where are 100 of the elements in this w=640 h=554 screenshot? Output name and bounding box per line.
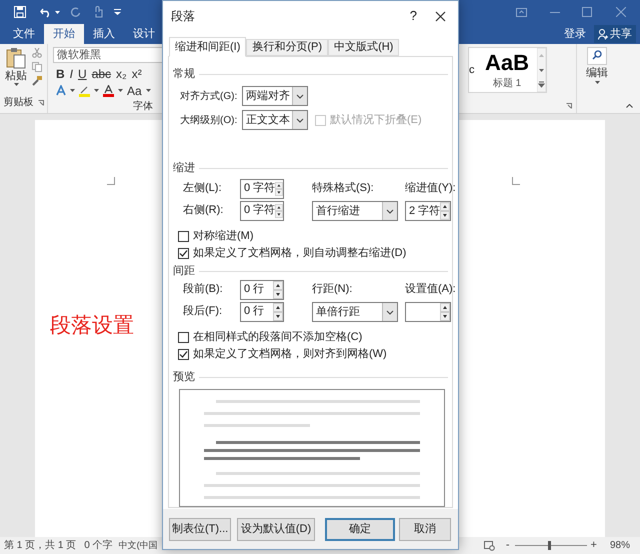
zoom-slider-thumb[interactable] — [548, 541, 552, 550]
dropdown[interactable]: 首行缩进 — [312, 201, 398, 221]
paste-button[interactable]: 粘贴 — [5, 69, 27, 83]
section-heading: 缩进 — [173, 160, 195, 176]
caret-icon[interactable] — [70, 89, 75, 92]
spin-arrows-icon — [273, 280, 283, 298]
chevron-down-icon — [386, 310, 394, 314]
format-button[interactable]: abc — [92, 64, 112, 82]
caret-icon[interactable] — [146, 89, 151, 92]
undo-icon[interactable] — [40, 6, 52, 18]
section-heading: 常规 — [173, 66, 195, 82]
format-button[interactable]: I — [70, 64, 74, 82]
checkbox-label: 如果定义了文档网格，则对齐到网格(W) — [193, 346, 387, 362]
caret-icon[interactable] — [594, 81, 600, 84]
style-sample[interactable]: AaB — [484, 50, 529, 76]
dialog-title: 段落 — [171, 8, 195, 25]
field-label: 对齐方式(G): — [180, 90, 238, 104]
redo-icon[interactable] — [70, 6, 81, 18]
checkbox[interactable] — [178, 231, 189, 242]
check-icon — [179, 350, 188, 359]
help-button[interactable]: ? — [410, 6, 417, 26]
format-button[interactable]: x₂ — [116, 64, 127, 82]
editing-button[interactable]: 编辑 — [586, 65, 608, 81]
font-color-icon[interactable] — [103, 84, 114, 96]
field-label: 设置值(A): — [405, 282, 456, 298]
word-count[interactable]: 0 个字 — [84, 538, 113, 553]
scissors-icon[interactable] — [32, 48, 42, 58]
spin-arrows-icon — [440, 303, 450, 321]
dialog-button[interactable]: 确定 — [325, 518, 395, 540]
share-button[interactable]: 共享 — [594, 25, 636, 43]
section-heading: 预览 — [173, 370, 195, 385]
style-sample[interactable]: c — [469, 62, 477, 78]
dropdown[interactable]: 单倍行距 — [312, 302, 398, 322]
touch-mode-icon[interactable] — [93, 6, 104, 18]
zoom-out-button[interactable]: - — [506, 537, 510, 554]
maximize-icon[interactable] — [582, 7, 592, 17]
dialog-button[interactable]: 设为默认值(D) — [237, 518, 315, 540]
format-button[interactable]: Aa — [127, 82, 142, 100]
field-label: 大纲级别(O): — [180, 114, 238, 128]
dialog-tab[interactable]: 中文版式(H) — [328, 39, 400, 56]
checkbox-label: 默认情况下折叠(E) — [330, 112, 422, 128]
clipboard-icon[interactable] — [6, 47, 26, 69]
text-effects-icon[interactable] — [56, 85, 66, 96]
language-status[interactable]: 中文(中国 — [118, 538, 158, 552]
dropdown[interactable]: 两端对齐 — [242, 86, 308, 106]
zoom-in-button[interactable]: + — [590, 537, 597, 554]
save-icon[interactable] — [14, 6, 26, 18]
collapse-ribbon-icon[interactable] — [626, 104, 633, 108]
dialog-launcher-icon[interactable] — [38, 100, 44, 106]
checkbox[interactable] — [178, 248, 189, 259]
field-label: 特殊格式(S): — [312, 181, 374, 196]
chevron-down-icon — [386, 208, 394, 214]
spin-arrows-icon — [275, 180, 283, 198]
dialog-tab[interactable]: 缩进和间距(I) — [169, 37, 246, 57]
format-button[interactable]: U — [78, 64, 87, 82]
dialog-button[interactable]: 取消 — [399, 518, 451, 540]
format-button[interactable]: x² — [132, 64, 142, 82]
ribbon-tab[interactable]: 插入 — [84, 24, 124, 44]
ribbon-display-icon[interactable] — [516, 8, 527, 16]
read-mode-icon[interactable] — [484, 540, 495, 550]
field-label: 左侧(L): — [183, 181, 222, 196]
person-icon — [598, 28, 608, 40]
close-icon[interactable] — [435, 10, 446, 22]
search-icon[interactable] — [587, 47, 607, 65]
gallery-scroll-icon[interactable] — [537, 48, 546, 92]
spin-field[interactable] — [405, 302, 451, 322]
format-painter-icon[interactable] — [32, 76, 42, 86]
caret-icon[interactable] — [14, 83, 18, 86]
spin-field[interactable]: 0 字符 — [240, 178, 284, 198]
dialog-button[interactable]: 制表位(T)... — [169, 518, 231, 540]
group-label: 剪贴板 — [4, 96, 34, 110]
group-label: 字体 — [133, 100, 154, 114]
dropdown[interactable]: 正文文本 — [242, 110, 308, 130]
page-count[interactable]: 第 1 页，共 1 页 — [4, 538, 76, 553]
caret-icon[interactable] — [55, 10, 60, 14]
format-button[interactable]: B — [56, 64, 65, 82]
customize-icon[interactable] — [114, 9, 121, 15]
dialog-launcher-icon[interactable] — [566, 103, 572, 109]
checkbox-label: 在相同样式的段落间不添加空格(C) — [193, 330, 362, 346]
spin-field[interactable]: 0 行 — [240, 302, 284, 322]
checkbox[interactable] — [178, 332, 189, 343]
chevron-down-icon — [296, 94, 304, 98]
sign-in-link[interactable]: 登录 — [564, 26, 586, 42]
dialog-tab[interactable]: 换行和分页(P) — [246, 39, 328, 56]
caret-icon[interactable] — [94, 89, 99, 92]
checkbox[interactable] — [178, 349, 189, 360]
zoom-level[interactable]: 98% — [610, 538, 630, 553]
highlight-icon[interactable] — [79, 84, 90, 96]
document-text: 段落设置 — [50, 314, 134, 337]
spin-field[interactable]: 0 字符 — [240, 200, 284, 220]
spin-arrows-icon — [275, 202, 283, 220]
spin-field[interactable]: 2 字符 — [405, 201, 451, 221]
caret-icon[interactable] — [118, 89, 123, 92]
spin-field[interactable]: 0 行 — [240, 280, 284, 300]
ribbon-tab[interactable]: 文件 — [4, 24, 44, 44]
field-label: 行距(N): — [312, 282, 352, 298]
checkbox-label: 对称缩进(M) — [193, 228, 254, 244]
ribbon-tab[interactable]: 设计 — [124, 24, 164, 44]
ribbon-tab[interactable]: 开始 — [44, 24, 84, 44]
section-heading: 间距 — [173, 264, 195, 279]
